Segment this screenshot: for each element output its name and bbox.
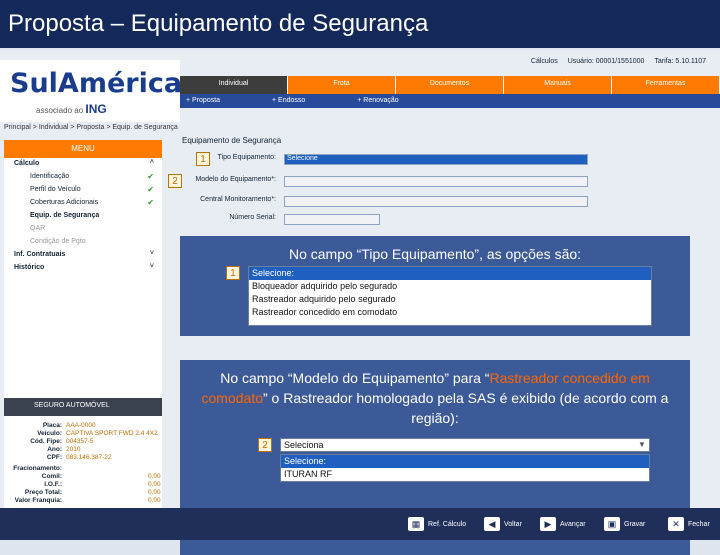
list-item[interactable]: ITURAN RF [281, 468, 649, 481]
menu-header: MENU [4, 140, 162, 158]
modelo-dropdown[interactable]: Seleciona ▼ [280, 438, 650, 452]
logo: SulAmérica associado ao ING [0, 60, 183, 122]
callout-text: No campo “Modelo do Equipamento” para “R… [201, 370, 669, 426]
calculos-link[interactable]: Cálculos [531, 58, 558, 65]
sidebar-item-coberturas[interactable]: Coberturas Adicionais ✔ [4, 197, 162, 210]
modelo-equipamento-select[interactable] [284, 176, 588, 187]
central-row: Central Monitoramento*: [186, 196, 588, 208]
calculator-icon: ▦ [408, 517, 424, 531]
sidebar-item-calculo[interactable]: Cálculo ˄ [4, 158, 162, 171]
usuario-label: Usuário: 00001/1551000 [567, 58, 645, 65]
list-item[interactable]: Rastreador concedido em comodato [249, 306, 651, 319]
numero-serial-input[interactable] [284, 214, 380, 225]
subnav-endosso[interactable]: + Endosso [272, 97, 305, 104]
subnav-proposta[interactable]: + Proposta [186, 97, 220, 104]
chevron-down-icon: ▼ [638, 440, 646, 449]
subnav-renovacao[interactable]: + Renovação [357, 97, 398, 104]
slide-title: Proposta – Equipamento de Segurança [0, 0, 720, 48]
sidebar-item-perfil[interactable]: Perfil do Veículo ✔ [4, 184, 162, 197]
check-icon: ✔ [147, 198, 154, 207]
sidebar-item-identificacao[interactable]: Identificação ✔ [4, 171, 162, 184]
check-icon: ✔ [147, 172, 154, 181]
list-item[interactable]: Bloqueador adquirido pelo segurado [249, 280, 651, 293]
tab-individual[interactable]: Individual [180, 76, 288, 94]
callout-tipo: No campo “Tipo Equipamento”, as opções s… [180, 236, 690, 336]
close-icon: ✕ [668, 517, 684, 531]
sidebar-item-inf-contratuais[interactable]: Inf. Contratuais ˅ [4, 249, 162, 262]
tab-ferramentas[interactable]: Ferramentas [612, 76, 720, 94]
chevron-down-icon: ˅ [149, 263, 154, 270]
avancar-button[interactable]: ▶ Avançar [540, 516, 586, 532]
sidebar-item-equip-seguranca[interactable]: Equip. de Segurança [4, 210, 162, 223]
numero-row: Número Serial: [186, 214, 586, 226]
gravar-button[interactable]: ▣ Gravar [604, 516, 645, 532]
step-badge: 2 [168, 174, 182, 188]
save-icon: ▣ [604, 517, 620, 531]
step-badge: 2 [258, 438, 272, 452]
main-nav: Individual Frota Documentos Manuais Ferr… [180, 76, 720, 94]
sidebar-item-pgto: Condição de Pgto [30, 238, 86, 245]
chevron-up-icon: ˄ [149, 159, 154, 166]
tarifa-label: Tarifa: 5.10.1107 [654, 58, 706, 65]
logo-subtitle: associado ao ING [36, 102, 107, 116]
tipo-options-list: Selecione: Bloqueador adquirido pelo seg… [248, 266, 652, 326]
list-item[interactable]: Rastreador adquirido pelo segurado [249, 293, 651, 306]
tab-frota[interactable]: Frota [288, 76, 396, 94]
top-bar: Cálculos Usuário: 00001/1551000 Tarifa: … [180, 58, 720, 74]
central-monitoramento-select[interactable] [284, 196, 588, 207]
check-icon: ✔ [147, 185, 154, 194]
list-item[interactable]: Selecione: [249, 267, 651, 280]
arrow-left-icon: ◀ [484, 517, 500, 531]
sidebar-item-qar: QAR [30, 225, 46, 232]
seguro-header: SEGURO AUTOMÓVEL [4, 398, 162, 416]
arrow-right-icon: ▶ [540, 517, 556, 531]
list-item[interactable]: Selecione: [281, 455, 649, 468]
form-title: Equipamento de Segurança [182, 136, 282, 145]
bottom-toolbar: ▦ Ref. Cálculo ◀ Voltar ▶ Avançar ▣ Gravar ✕… [0, 508, 720, 540]
brand-logo: SulAmérica [10, 68, 183, 99]
tipo-equipamento-select[interactable]: Selecione [284, 154, 588, 165]
chevron-down-icon: ˅ [149, 250, 154, 257]
voltar-button[interactable]: ◀ Voltar [484, 516, 522, 532]
vehicle-info: Placa: AAA-0000 Veículo: CAPTIVA SPORT FWD… [13, 422, 161, 504]
sidebar-item-historico[interactable]: Histórico ˅ [4, 262, 162, 275]
modelo-options-list: Selecione: ITURAN RF [280, 454, 650, 482]
tipo-row: Tipo Equipamento: Selecione [186, 154, 588, 166]
breadcrumb: Principal > Individual > Proposta > Equi… [4, 124, 178, 131]
app-screen: SulAmérica associado ao ING Cálculos Usu… [0, 50, 720, 555]
fechar-button[interactable]: ✕ Fechar [668, 516, 710, 532]
ref-calculo-button[interactable]: ▦ Ref. Cálculo [408, 516, 466, 532]
step-badge: 1 [226, 266, 240, 280]
tab-manuais[interactable]: Manuais [504, 76, 612, 94]
modelo-row: Modelo do Equipamento*: [186, 176, 588, 188]
tab-documentos[interactable]: Documentos [396, 76, 504, 94]
callout-text: No campo “Tipo Equipamento”, as opções s… [288, 246, 582, 262]
sub-nav: + Proposta + Endosso + Renovação [180, 94, 720, 108]
